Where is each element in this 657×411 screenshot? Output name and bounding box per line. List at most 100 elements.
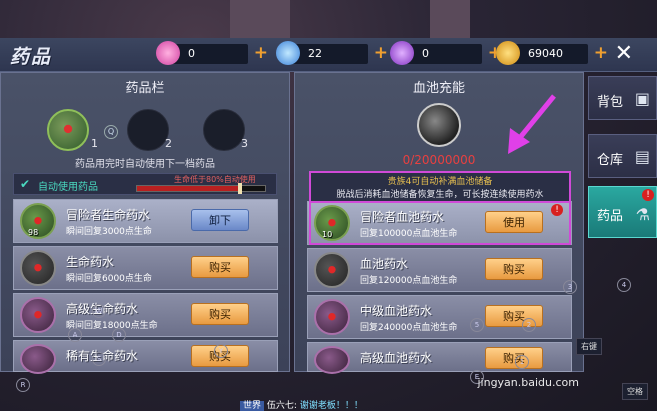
tab-label: 药品 [597,209,624,224]
checkbox-icon[interactable]: ✔ [20,177,30,191]
slot-number: 3 [241,137,248,150]
add-currency-button[interactable]: + [594,43,608,63]
watermark: jingyan.baidu.com [477,376,579,389]
auto-use-slider[interactable] [136,185,266,192]
item-name: 高级血池药水 [360,351,433,365]
storage-icon: ▤ [634,147,650,166]
backpack-icon: ▣ [634,89,650,108]
tab-label: 仓库 [597,153,624,168]
item-desc: 瞬间回复6000点生命 [66,274,152,284]
potion-icon: ⚫ [20,250,56,286]
key-5[interactable]: 5 [470,318,484,332]
potion-icon [314,346,350,374]
currency-gold-coin: 69040 + [496,41,608,65]
add-currency-button[interactable]: + [374,43,388,63]
list-item[interactable]: ⚫ 98 冒险者生命药水 瞬间回复3000点生命 卸下 [13,199,278,243]
item-name: 血池药水 [360,257,409,271]
currency-value: 22 [308,47,322,60]
key-w[interactable]: W [92,304,106,318]
tab-label: 背包 [597,95,624,110]
key-2[interactable]: 2 [522,318,536,332]
gold-coin-icon [496,41,520,65]
potion-icon: ⚫ 98 [20,203,56,239]
list-item[interactable]: ⚫ 中级血池药水 回复240000点血池生命 购买 [307,295,572,339]
key-d[interactable]: D [112,328,126,342]
item-desc: 回复120000点血池生命 [360,276,458,286]
blue-diamond-icon [276,41,300,65]
use-button[interactable]: 使用 [485,211,543,233]
list-item[interactable]: 高级血池药水 购买 [307,342,572,374]
item-desc: 回复240000点血池生命 [360,323,458,333]
pointer-arrow-icon [508,94,556,154]
background-pillar [230,0,290,40]
item-count: 10 [322,230,333,239]
currency-value: 0 [422,47,429,60]
list-item[interactable]: 稀有生命药水 购买 [13,340,278,374]
item-name: 中级血池药水 [360,304,433,318]
buy-button[interactable]: 购买 [191,303,249,325]
chat-line[interactable]: 世界 伍六七: 谢谢老板！！！ [240,398,363,411]
key-y[interactable]: Y [214,344,228,358]
list-item[interactable]: ⚫ 生命药水 瞬间回复6000点生命 购买 [13,246,278,290]
potion-slot-2[interactable] [127,109,169,151]
top-bar: 药品 0 + 22 + 0 + 69040 + ✕ [0,38,657,72]
key-s[interactable]: S [92,352,106,366]
auto-use-slider-fill [137,186,240,191]
currency-purple-crystal: 0 + [390,41,502,65]
tab-storage[interactable]: 仓库 ▤ [588,134,657,178]
list-item[interactable]: ⚫ 10 冒险者血池药水 回复100000点血池生命 使用 ! [307,201,572,245]
potion-slot-1[interactable]: ⚫ [47,109,89,151]
list-item[interactable]: ⚫ 高级生命药水 瞬间回复18000点生命 购买 [13,293,278,337]
buy-button[interactable]: 购买 [485,258,543,280]
key-right-click[interactable]: 右键 [576,338,602,355]
buy-button[interactable]: 购买 [191,256,249,278]
auto-use-label: 自动使用药品 [38,182,98,193]
key-a[interactable]: A [68,328,82,342]
currency-blue-diamond: 22 + [276,41,388,65]
key-3[interactable]: 3 [563,280,577,294]
flask-icon: ⚗ [635,205,650,224]
alert-badge: ! [642,189,654,201]
key-r[interactable]: R [16,378,30,392]
item-desc: 回复100000点血池生命 [360,229,458,239]
potion-icon: ⚫ [314,252,350,288]
potion-icon: ⚫ [20,297,56,333]
currency-value: 69040 [528,47,563,60]
potion-icon: ⚫ [314,299,350,335]
pink-diamond-icon [156,41,180,65]
background-pillar [430,0,470,40]
item-count: 98 [28,228,39,237]
close-button[interactable]: ✕ [615,41,633,66]
list-item[interactable]: ⚫ 血池药水 回复120000点血池生命 购买 [307,248,572,292]
key-1[interactable]: 1 [515,355,529,369]
notice-vip: 贵族4可自动补满血池储备 [387,177,493,187]
chat-user: 伍六七: [266,401,297,411]
chat-channel: 世界 [240,401,265,411]
potion-icon [20,344,56,374]
auto-use-condition: 生命低于80%自动使用 [174,175,256,184]
potion-bar-panel: 药品栏 ⚫ 1 Q 2 3 药品用完时自动使用下一档药品 ✔ 自动使用药品 生命… [0,72,290,374]
item-name: 生命药水 [66,255,115,269]
hotkey-q: Q [104,125,118,139]
panel-title: 药品栏 [125,81,165,96]
window-title: 药品 [10,46,53,68]
buy-button[interactable]: 购买 [485,347,543,369]
unequip-button[interactable]: 卸下 [191,209,249,231]
auto-use-bar: ✔ 自动使用药品 生命低于80%自动使用 [13,173,277,195]
potion-icon: ⚫ 10 [314,205,350,241]
currency-value: 0 [188,47,195,60]
chat-message: 谢谢老板！！！ [299,401,363,411]
slider-handle[interactable] [238,183,242,194]
add-currency-button[interactable]: + [254,43,268,63]
key-space[interactable]: 空格 [622,383,648,400]
tab-backpack[interactable]: 背包 ▣ [588,76,657,120]
potion-slot-3[interactable] [203,109,245,151]
item-desc: 瞬间回复3000点生命 [66,227,152,237]
potion-hint: 药品用完时自动使用下一档药品 [75,159,215,170]
potion-icon: ⚫ [60,119,76,141]
currency-pink-diamond: 0 + [156,41,268,65]
item-name: 冒险者血池药水 [360,210,445,224]
slot-number: 2 [165,137,172,150]
key-4[interactable]: 4 [617,278,631,292]
tab-potions[interactable]: 药品 ⚗ ! [588,186,657,238]
